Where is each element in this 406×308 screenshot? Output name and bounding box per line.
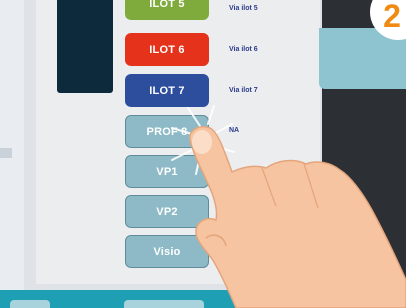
prof-8-button[interactable]: PROF 8 (125, 115, 209, 148)
prof-8-side-label: NA (229, 127, 240, 134)
ilot-5-button[interactable]: ILOT 5 (125, 0, 209, 20)
ilot-6-side-label: Via ilot 6 (229, 46, 258, 53)
ilot-7-side-label: Via ilot 7 (229, 87, 258, 94)
bottom-tab-2[interactable] (124, 300, 204, 308)
visio-button[interactable]: Visio (125, 235, 209, 268)
vp1-side-label: Prof 8 (242, 169, 262, 176)
ilot-5-side-label: Via ilot 5 (229, 5, 258, 12)
ilot-7-button[interactable]: ILOT 7 (125, 74, 209, 107)
dark-display-block (57, 0, 113, 93)
sidebar-marker (0, 148, 12, 158)
left-sidebar (0, 0, 24, 290)
step-number: 2 (383, 0, 401, 34)
bottom-tab-1[interactable] (10, 300, 50, 308)
vp2-button[interactable]: VP2 (125, 195, 209, 228)
vp1-button[interactable]: VP1 (125, 155, 209, 188)
ilot-6-button[interactable]: ILOT 6 (125, 33, 209, 66)
